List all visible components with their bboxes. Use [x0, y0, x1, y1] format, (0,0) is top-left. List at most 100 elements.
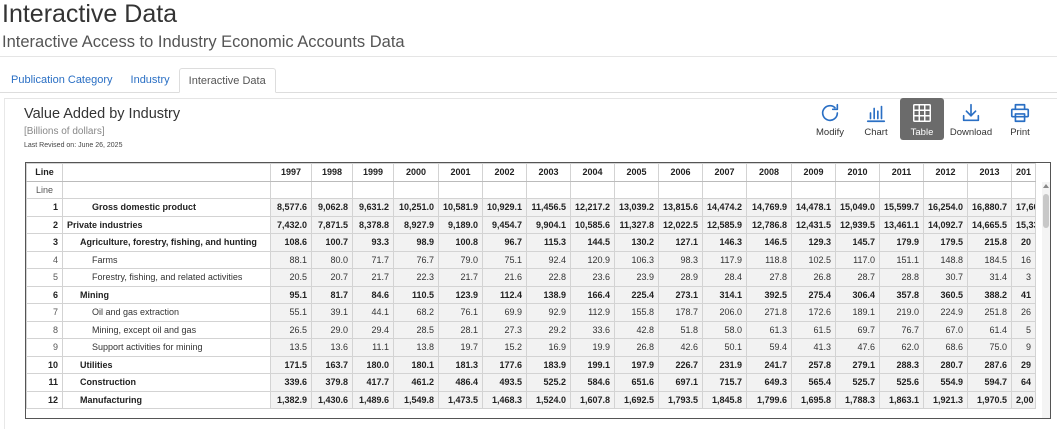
column-header-year[interactable]: 1997: [270, 163, 312, 182]
row-value-cell: 23.9: [614, 268, 659, 287]
row-value-cell: 184.5: [967, 250, 1012, 269]
row-value-cell: 21.7: [438, 268, 483, 287]
row-value-cell: 118.8: [746, 250, 792, 269]
row-value-cell: 12,217.2: [570, 198, 615, 217]
filter-cell: [658, 180, 703, 199]
column-header-year[interactable]: 2012: [923, 163, 968, 182]
row-value-cell: 172.6: [791, 303, 836, 322]
value-added-table: Line 1997 1998 1999 2000 2001 2002 2003 2004 200…: [26, 163, 1036, 409]
row-value-cell: 76.7: [879, 320, 924, 339]
row-line-number: 8: [26, 320, 63, 339]
row-value-cell: 715.7: [702, 373, 747, 392]
row-value-cell: 14,665.5: [967, 215, 1012, 234]
row-value-cell: 112.4: [482, 285, 527, 304]
column-header-year[interactable]: 2009: [791, 163, 836, 182]
row-value-cell: 33.6: [570, 320, 615, 339]
row-line-number: 6: [26, 285, 63, 304]
column-header-year[interactable]: 2013: [967, 163, 1012, 182]
row-value-cell: 10,585.6: [570, 215, 615, 234]
row-value-cell: 69.9: [482, 303, 527, 322]
column-header-year[interactable]: 2011: [879, 163, 924, 182]
column-header-year[interactable]: 1999: [352, 163, 394, 182]
scroll-up-icon[interactable]: [1043, 184, 1049, 188]
row-value-cell: 180.0: [352, 355, 394, 374]
row-value-cell: 1,607.8: [570, 390, 615, 409]
row-value-cell: 102.5: [791, 250, 836, 269]
row-value-cell: 19.9: [570, 338, 615, 357]
row-value-cell: 1,692.5: [614, 390, 659, 409]
row-value-cell: 360.5: [923, 285, 968, 304]
vertical-scrollbar[interactable]: [1042, 182, 1050, 418]
tab-publication-category[interactable]: Publication Category: [2, 68, 122, 93]
row-value-cell: 177.6: [482, 355, 527, 374]
download-button[interactable]: Download: [946, 98, 996, 140]
row-industry-name: Support activities for mining: [62, 338, 271, 357]
column-header-year[interactable]: 2002: [482, 163, 527, 182]
table-button[interactable]: Table: [900, 98, 944, 140]
column-header-year[interactable]: 2003: [526, 163, 571, 182]
row-value-cell: 7,871.5: [311, 215, 353, 234]
row-value-cell: 565.4: [791, 373, 836, 392]
row-value-cell: 17,60: [1011, 198, 1036, 217]
row-value-cell: 108.6: [270, 233, 312, 252]
row-value-cell: 189.1: [835, 303, 880, 322]
row-industry-name: Forestry, fishing, and related activitie…: [62, 268, 271, 287]
row-value-cell: 29.4: [352, 320, 394, 339]
column-header-year[interactable]: 2004: [570, 163, 615, 182]
row-value-cell: 130.2: [614, 233, 659, 252]
scroll-thumb[interactable]: [1043, 194, 1049, 228]
column-header-year[interactable]: 1998: [311, 163, 353, 182]
row-value-cell: 1,793.5: [658, 390, 703, 409]
row-value-cell: 231.9: [702, 355, 747, 374]
modify-label: Modify: [816, 127, 844, 138]
row-value-cell: 112.9: [570, 303, 615, 322]
row-value-cell: 61.4: [967, 320, 1012, 339]
row-value-cell: 19.7: [438, 338, 483, 357]
row-value-cell: 15,599.7: [879, 198, 924, 217]
column-header-year[interactable]: 2001: [438, 163, 483, 182]
row-value-cell: 100.8: [438, 233, 483, 252]
row-value-cell: 379.8: [311, 373, 353, 392]
column-header-year[interactable]: 2010: [835, 163, 880, 182]
print-button[interactable]: Print: [998, 98, 1042, 140]
column-header-industry[interactable]: [62, 163, 271, 182]
row-value-cell: 251.8: [967, 303, 1012, 322]
table-label: Table: [910, 127, 934, 138]
tab-industry[interactable]: Industry: [122, 68, 179, 93]
row-value-cell: 92.9: [526, 303, 571, 322]
modify-button[interactable]: Modify: [808, 98, 852, 140]
column-header-year[interactable]: 2000: [393, 163, 439, 182]
filter-line-label: Line: [26, 180, 63, 199]
column-header-year[interactable]: 2006: [658, 163, 703, 182]
tab-interactive-data[interactable]: Interactive Data: [178, 68, 276, 93]
row-value-cell: 30.7: [923, 268, 968, 287]
row-value-cell: 225.4: [614, 285, 659, 304]
filter-cell: [879, 180, 924, 199]
row-value-cell: 68.2: [393, 303, 439, 322]
row-value-cell: 96.7: [482, 233, 527, 252]
row-value-cell: 163.7: [311, 355, 353, 374]
row-value-cell: 357.8: [879, 285, 924, 304]
column-header-year[interactable]: 2008: [746, 163, 792, 182]
row-value-cell: 241.7: [746, 355, 792, 374]
row-value-cell: 9: [1011, 338, 1036, 357]
row-value-cell: 75.0: [967, 338, 1012, 357]
column-header-year[interactable]: 2005: [614, 163, 659, 182]
row-value-cell: 51.8: [658, 320, 703, 339]
toolbar: Modify Chart Table Download Print: [808, 98, 1042, 140]
row-value-cell: 417.7: [352, 373, 394, 392]
row-value-cell: 68.6: [923, 338, 968, 357]
row-value-cell: 166.4: [570, 285, 615, 304]
row-value-cell: 129.3: [791, 233, 836, 252]
row-value-cell: 280.7: [923, 355, 968, 374]
row-value-cell: 1,489.6: [352, 390, 394, 409]
row-value-cell: 215.8: [967, 233, 1012, 252]
filter-cell: [614, 180, 659, 199]
row-value-cell: 148.8: [923, 250, 968, 269]
column-header-line[interactable]: Line: [26, 163, 63, 182]
table-row: 10 Utilities 171.5 163.7 180.0 180.1 181.3 177.…: [26, 355, 1036, 374]
row-value-cell: 1,695.8: [791, 390, 836, 409]
chart-button[interactable]: Chart: [854, 98, 898, 140]
column-header-year[interactable]: 201: [1011, 163, 1036, 182]
column-header-year[interactable]: 2007: [702, 163, 747, 182]
